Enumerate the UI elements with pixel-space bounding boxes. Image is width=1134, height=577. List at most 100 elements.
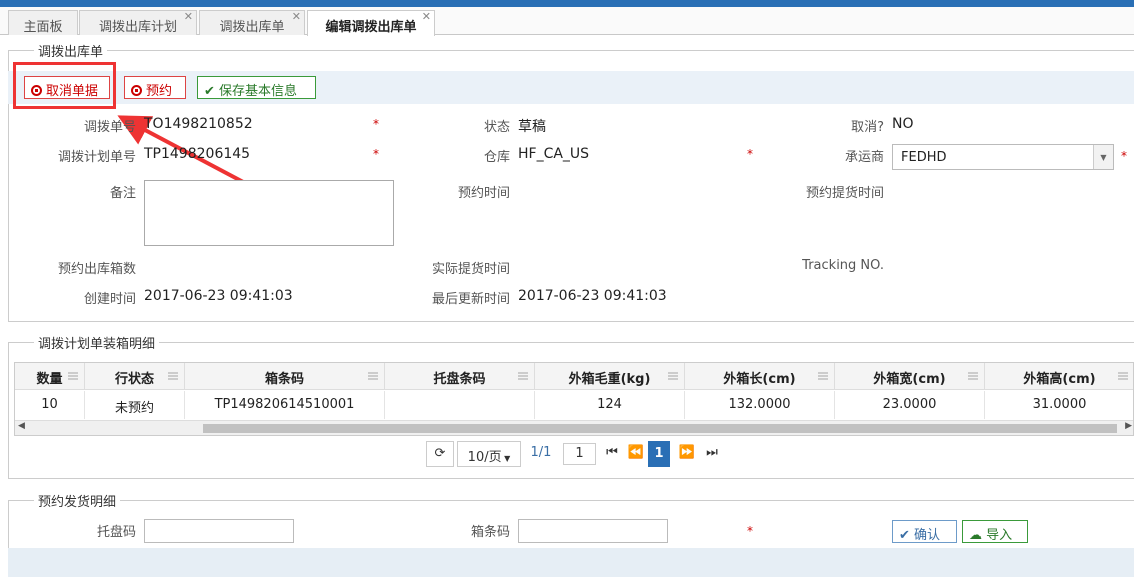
reserve-boxes-label: 预约出库箱数 (57, 262, 136, 277)
horizontal-scrollbar[interactable]: ◀ ▶ (15, 420, 1133, 435)
menu-icon[interactable] (168, 372, 178, 380)
close-icon[interactable]: ✕ (422, 10, 431, 23)
tab-dashboard[interactable]: 主面板 (8, 10, 78, 35)
check-icon: ✔ (204, 84, 215, 99)
section-title: 预约发货明细 (38, 495, 117, 510)
cloud-upload-icon: ☁ (969, 528, 982, 543)
table-cell: TP149820614510001 (185, 391, 385, 419)
prev-page-icon[interactable]: ⏪ (624, 441, 648, 467)
required-mark: * (747, 147, 753, 161)
tab-label: 主面板 (23, 20, 63, 35)
tab-edit-transfer-outbound[interactable]: 编辑调拨出库单 ✕ (307, 10, 435, 36)
grid-header: 数量 行状态 箱条码 托盘条码 外箱毛重(kg) 外箱长(cm) 外箱宽(cm)… (15, 363, 1133, 390)
page-number-input[interactable]: 1 (563, 443, 596, 465)
refresh-button[interactable]: ⟳ (426, 441, 454, 467)
warehouse-value: HF_CA_US (518, 146, 590, 162)
save-basic-info-button[interactable]: ✔ 保存基本信息 (197, 76, 316, 99)
caret-down-icon: ▼ (501, 454, 511, 463)
menu-icon[interactable] (518, 372, 528, 380)
column-header[interactable]: 托盘条码 (385, 363, 535, 390)
plan-no-label: 调拨计划单号 (57, 150, 136, 165)
import-button[interactable]: ☁ 导入 (962, 520, 1028, 543)
arrow-right-icon[interactable]: ▶ (1125, 421, 1132, 431)
updated-label: 最后更新时间 (431, 292, 510, 307)
table-cell: 124 (535, 391, 685, 419)
close-icon[interactable]: ✕ (184, 10, 193, 23)
section-title: 调拨出库单 (38, 45, 104, 60)
table-cell: 10 (15, 391, 85, 419)
updated-value: 2017-06-23 09:41:03 (518, 288, 667, 304)
confirm-button[interactable]: ✔ 确认 (892, 520, 957, 543)
reserve-pickup-label: 预约提货时间 (805, 186, 884, 201)
close-icon[interactable]: ✕ (292, 10, 301, 23)
warehouse-label: 仓库 (483, 150, 510, 165)
table-cell: 未预约 (85, 391, 185, 419)
column-header[interactable]: 外箱宽(cm) (835, 363, 985, 390)
reserve-time-label: 预约时间 (457, 186, 510, 201)
column-header[interactable]: 外箱长(cm) (685, 363, 835, 390)
cancelled-label: 取消? (851, 120, 884, 135)
pallet-code-input[interactable] (144, 519, 294, 543)
carrier-label: 承运商 (844, 150, 884, 165)
remark-textarea[interactable] (144, 180, 394, 246)
box-code-input[interactable] (518, 519, 668, 543)
plan-no-value: TP1498206145 (144, 146, 251, 162)
tracking-label: Tracking NO. (802, 258, 884, 273)
tab-transfer-outbound[interactable]: 调拨出库单 ✕ (199, 10, 305, 35)
refresh-icon: ⟳ (434, 446, 446, 461)
menu-icon[interactable] (68, 372, 78, 380)
menu-icon[interactable] (668, 372, 678, 380)
tab-label: 调拨出库计划 (98, 20, 177, 35)
stop-icon (131, 85, 142, 96)
page-size-select[interactable]: 10/页 ▼ (457, 441, 521, 467)
arrow-left-icon[interactable]: ◀ (18, 421, 25, 431)
next-page-icon[interactable]: ⏩ (675, 441, 699, 467)
top-bar (0, 0, 1134, 7)
tab-bar: 主面板 调拨出库计划 ✕ 调拨出库单 ✕ 编辑调拨出库单 ✕ (0, 7, 1134, 36)
menu-icon[interactable] (818, 372, 828, 380)
required-mark: * (747, 524, 753, 538)
pallet-code-label: 托盘码 (96, 525, 136, 540)
required-mark: * (373, 117, 379, 131)
column-header[interactable]: 数量 (15, 363, 85, 390)
column-header[interactable]: 外箱毛重(kg) (535, 363, 685, 390)
cancelled-value: NO (892, 116, 914, 132)
transfer-no-value: TO1498210852 (144, 116, 253, 132)
section-title: 调拨计划单装箱明细 (38, 337, 156, 352)
highlight-box (13, 62, 116, 109)
carrier-select[interactable]: FEDHD ▼ (892, 144, 1114, 170)
current-page-button[interactable]: 1 (648, 441, 670, 467)
menu-icon[interactable] (368, 372, 378, 380)
last-page-icon[interactable]: ⏭ (700, 441, 724, 467)
scrollbar-thumb[interactable] (203, 424, 1117, 433)
first-page-icon[interactable]: ⏮ (600, 441, 624, 467)
status-value: 草稿 (518, 119, 546, 135)
actual-pickup-label: 实际提货时间 (431, 262, 510, 277)
carrier-selected-value: FEDHD (901, 150, 947, 165)
table-cell: 31.0000 (985, 391, 1133, 419)
column-header[interactable]: 外箱高(cm) (985, 363, 1133, 390)
table-cell: 132.0000 (685, 391, 835, 419)
footer-bar (8, 548, 1134, 577)
created-value: 2017-06-23 09:41:03 (144, 288, 293, 304)
table-cell: 23.0000 (835, 391, 985, 419)
packing-grid: 数量 行状态 箱条码 托盘条码 外箱毛重(kg) 外箱长(cm) 外箱宽(cm)… (14, 362, 1134, 436)
column-header[interactable]: 箱条码 (185, 363, 385, 390)
tab-label: 调拨出库单 (219, 20, 285, 35)
menu-icon[interactable] (1118, 372, 1128, 380)
remark-label: 备注 (109, 186, 136, 201)
reserve-button[interactable]: 预约 (124, 76, 186, 99)
check-icon: ✔ (899, 528, 910, 543)
transfer-no-label: 调拨单号 (83, 120, 136, 135)
column-header[interactable]: 行状态 (85, 363, 185, 390)
status-label: 状态 (483, 120, 510, 135)
tab-transfer-plan[interactable]: 调拨出库计划 ✕ (79, 10, 197, 35)
tab-label: 编辑调拨出库单 (325, 20, 417, 35)
chevron-down-icon[interactable]: ▼ (1093, 145, 1113, 169)
page-info: 1/1 (522, 441, 560, 467)
box-code-label: 箱条码 (470, 525, 510, 540)
required-mark: * (373, 147, 379, 161)
menu-icon[interactable] (968, 372, 978, 380)
created-label: 创建时间 (83, 292, 136, 307)
table-cell (385, 391, 535, 419)
